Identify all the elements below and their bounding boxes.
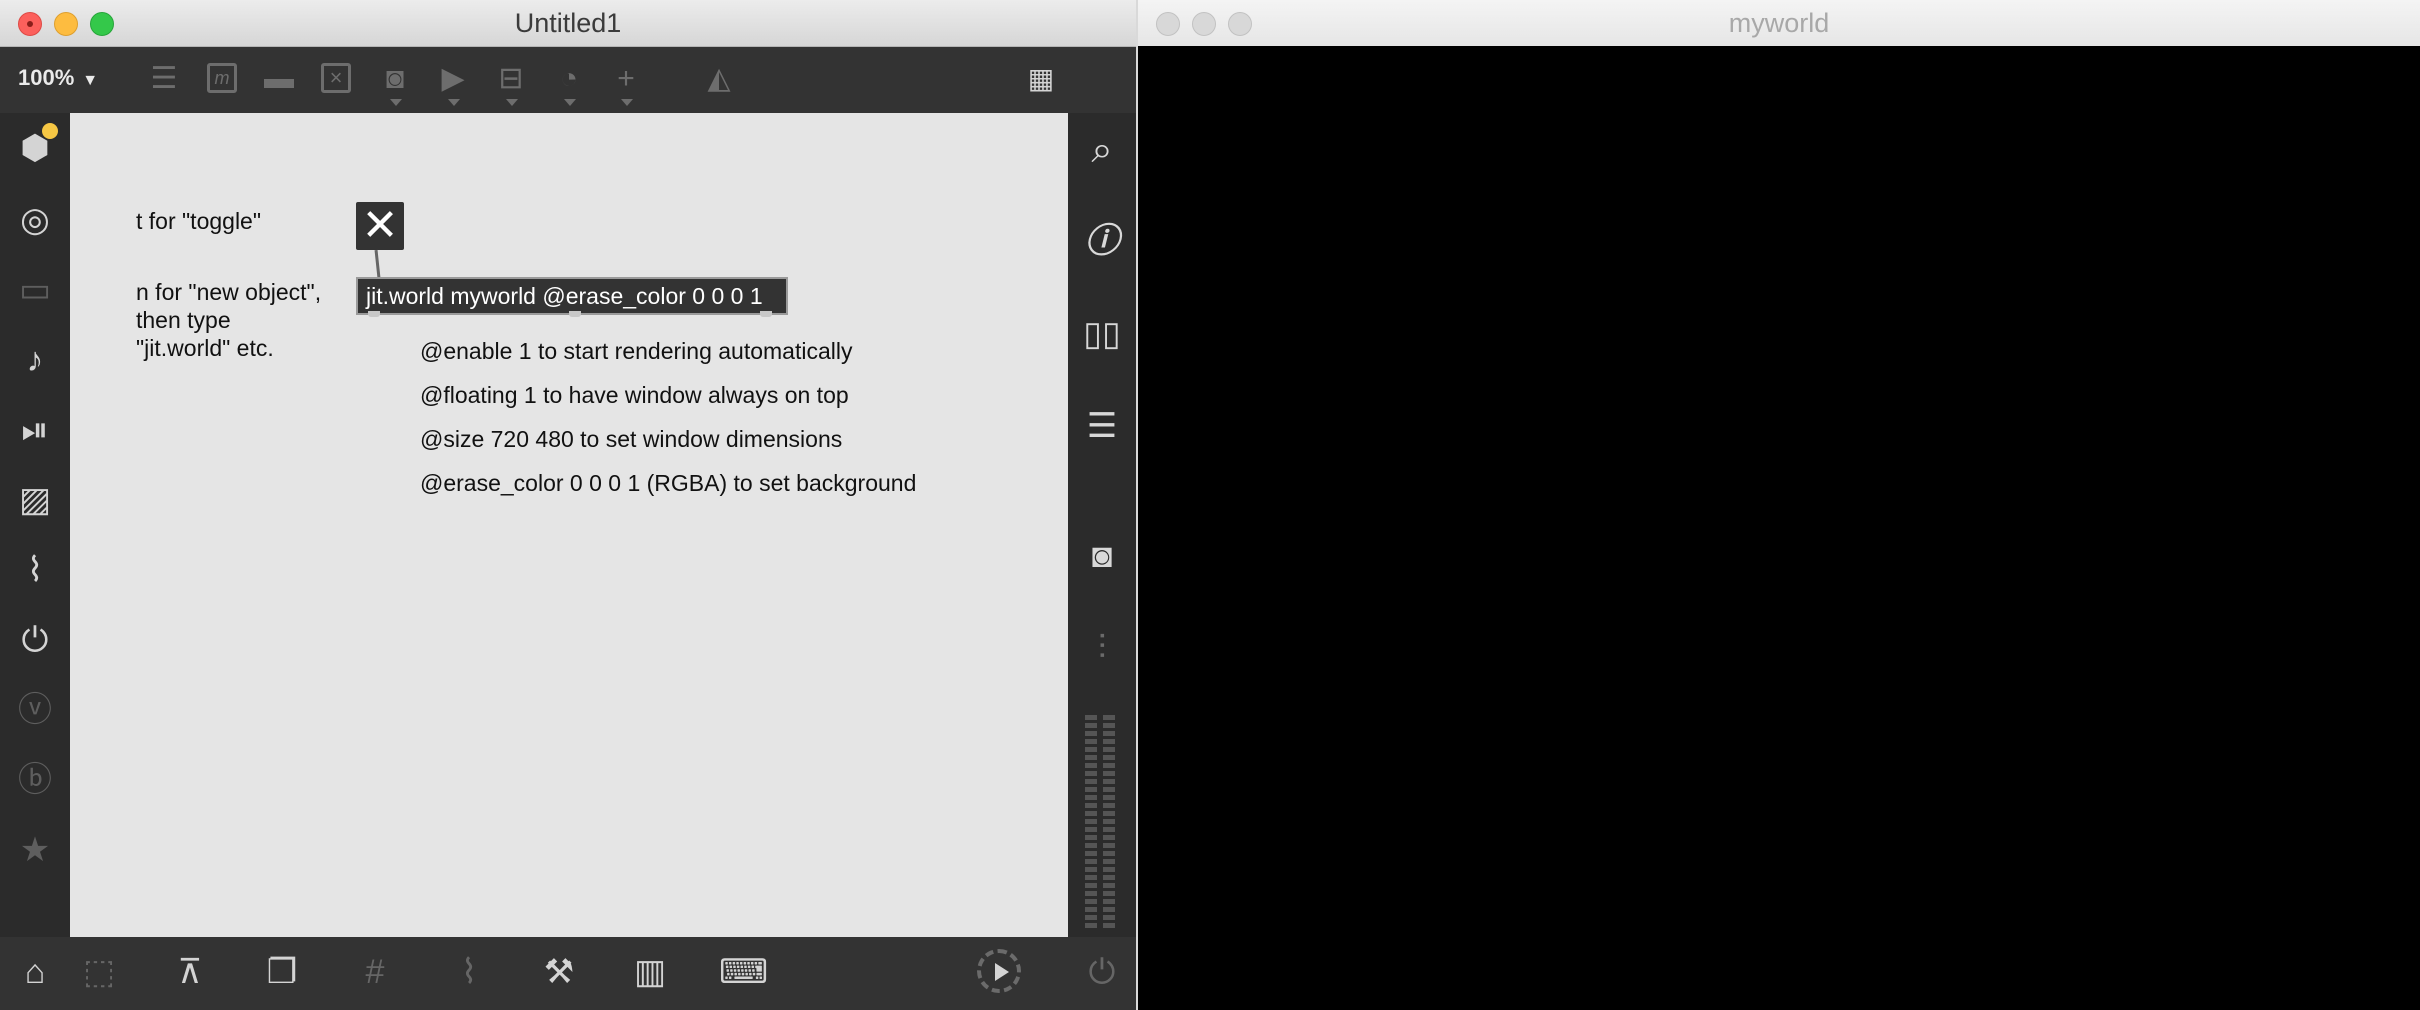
plug-icon[interactable]: ⏻ [12,617,58,663]
reference-icon[interactable]: ▯▯ [1079,311,1125,357]
dial-object-icon[interactable]: ◔ [549,59,589,106]
list-object-icon[interactable]: ☰ [144,59,184,99]
new-view-icon[interactable]: ❐ [259,949,305,995]
camera-icon[interactable]: ◙ [1079,533,1125,579]
film-icon[interactable]: ▭ [12,267,58,313]
toggle-object[interactable]: ✕ [356,202,404,250]
patcher-canvas[interactable]: t for "toggle" n for "new object", then … [70,113,1068,937]
patcher-titlebar[interactable]: Untitled1 [0,0,1136,47]
comment-object-hint: n for "new object", then type "jit.world… [136,279,322,361]
lock-icon[interactable]: ⌂ [12,949,58,995]
vizzie-icon[interactable]: ⓥ [12,687,58,733]
list-icon[interactable]: ☰ [1079,403,1125,449]
grid-icon[interactable]: ▦ [1021,59,1061,99]
world-titlebar[interactable]: myworld [1138,0,2420,47]
comment-enable: @enable 1 to start rendering automatical… [420,338,853,364]
mixer-icon[interactable]: ⫶ [1079,625,1125,671]
window-title: myworld [1728,8,1830,38]
window-title: Untitled1 [514,8,622,38]
media-object-icon[interactable]: ▶ [433,59,473,106]
image-icon[interactable]: ▨ [12,477,58,523]
grid-snap-icon[interactable]: # [352,949,398,995]
zoom-level: 100% [18,65,75,90]
patcher-toolbar: 100% ▼ ☰ m ▬ × ◙ ▶ ⊟ ◔ + ◭ ▦ [0,47,1136,113]
left-sidebar: ⬢ ◎ ▭ ♪ ⏯ ▨ ⌇ ⏻ ⓥ ⓑ ★ [0,113,70,943]
render-viewport[interactable] [1138,46,2420,1010]
level-meter-right [1103,715,1115,930]
chevron-down-icon: ▼ [82,72,99,89]
beap-icon[interactable]: ⓑ [12,757,58,803]
toggle-object-icon[interactable]: × [321,63,351,93]
close-icon: ✕ [361,201,399,250]
power-icon[interactable]: ⏻ [1079,949,1125,995]
comment-size: @size 720 480 to set window dimensions [420,426,843,452]
patch-cord[interactable] [374,249,381,279]
object-outlet[interactable] [368,311,380,317]
comment-floating: @floating 1 to have window always on top [420,382,849,408]
jit-world-object[interactable]: jit.world myworld @erase_color 0 0 0 1 [356,277,788,315]
comment-icon[interactable]: ▬ [259,59,299,99]
comment-toggle-hint: t for "toggle" [136,208,262,234]
video-icon[interactable]: ⏯ [12,407,58,453]
slider-object-icon[interactable]: ⊟ [491,59,531,106]
patcher-bottombar: ⌂ ⬚ ⊼ ❐ # ⌇ ⚒ ▥ ⌨ ⏻ [0,937,1136,1010]
package-icon[interactable]: ⬢ [12,123,58,171]
message-object-icon[interactable]: m [207,63,237,93]
plus-icon[interactable]: + [606,59,646,106]
target-icon[interactable]: ◎ [12,197,58,243]
piano-keys-icon[interactable]: ▥ [627,949,673,995]
paint-bucket-icon[interactable]: ◭ [699,59,739,99]
paperclip-icon[interactable]: ⌇ [12,547,58,593]
add-attachment-icon[interactable]: ⌇ [446,949,492,995]
star-icon[interactable]: ★ [12,827,58,873]
info-icon[interactable]: ⓘ [1079,219,1125,265]
button-object-icon[interactable]: ◙ [375,59,415,106]
level-meter-left [1085,715,1097,930]
right-sidebar: ⌕ ⓘ ▯▯ ☰ ◙ ⫶ [1068,113,1136,943]
search-icon[interactable]: ⌕ [1079,127,1125,173]
audio-play-button[interactable] [977,949,1021,993]
wrench-icon[interactable]: ⚒ [536,949,582,995]
jit-world-window: myworld [1138,0,2420,1010]
object-outlet[interactable] [760,311,772,317]
comment-erase-color: @erase_color 0 0 0 1 (RGBA) to set backg… [420,470,917,496]
patcher-window: Untitled1 100% ▼ ☰ m ▬ × ◙ ▶ ⊟ ◔ + ◭ ▦ ⬢ … [0,0,1136,1010]
object-outlet[interactable] [569,311,581,317]
keyboard-icon[interactable]: ⌨ [719,949,768,995]
presentation-select-icon[interactable]: ⬚ [76,949,122,995]
music-note-icon[interactable]: ♪ [12,337,58,383]
zoom-menu[interactable]: 100% ▼ [18,65,98,91]
presentation-mode-icon[interactable]: ⊼ [167,949,213,995]
